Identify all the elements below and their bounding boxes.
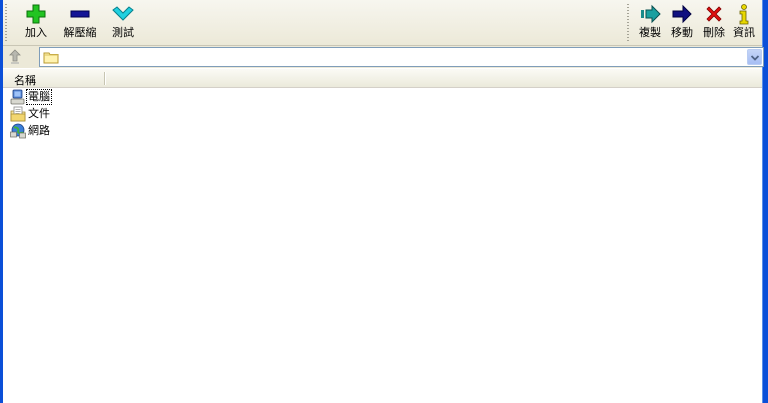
copy-button[interactable]: 複製 [637, 3, 663, 39]
list-item-label: 電腦 [26, 89, 52, 105]
delete-x-icon [706, 6, 722, 22]
column-resize-handle[interactable] [104, 72, 106, 85]
move-arrow-icon [672, 4, 692, 24]
info-button-label: 資訊 [733, 26, 755, 39]
extract-button-label: 解壓縮 [63, 26, 97, 39]
network-icon [10, 123, 26, 139]
plus-icon [26, 4, 46, 24]
address-bar [3, 46, 764, 68]
test-button[interactable]: 測試 [108, 3, 138, 39]
delete-button[interactable]: 刪除 [701, 3, 727, 39]
folder-icon [43, 52, 59, 64]
test-button-label: 測試 [112, 26, 134, 39]
chevron-down-icon [751, 55, 759, 61]
toolbar: 加入 解壓縮 測試 複製 移動 刪除 資訊 [3, 0, 762, 46]
address-input[interactable] [39, 47, 764, 67]
toolbar-grip-right[interactable] [627, 4, 629, 42]
minus-icon [70, 10, 90, 18]
move-button-label: 移動 [671, 26, 693, 39]
documents-icon [10, 106, 26, 122]
address-dropdown-button[interactable] [747, 49, 762, 65]
move-button[interactable]: 移動 [669, 3, 695, 39]
copy-arrow-icon [641, 4, 661, 24]
file-list[interactable]: 電腦 文件 網路 [3, 88, 762, 403]
list-item-label: 網路 [28, 124, 50, 137]
list-item-computer[interactable]: 電腦 [10, 89, 62, 105]
up-folder-icon[interactable] [6, 48, 24, 66]
info-button[interactable]: 資訊 [731, 3, 757, 39]
toolbar-grip-left[interactable] [5, 4, 7, 42]
delete-button-label: 刪除 [703, 26, 725, 39]
list-item-network[interactable]: 網路 [10, 123, 60, 139]
copy-button-label: 複製 [639, 26, 661, 39]
add-button-label: 加入 [25, 26, 47, 39]
info-icon [739, 4, 749, 25]
computer-icon [10, 89, 25, 105]
extract-button[interactable]: 解壓縮 [60, 3, 100, 39]
add-button[interactable]: 加入 [21, 3, 51, 39]
column-header-name[interactable]: 名稱 [14, 72, 36, 88]
list-item-documents[interactable]: 文件 [10, 106, 60, 122]
check-icon [112, 6, 134, 21]
list-column-header: 名稱 [3, 69, 762, 88]
list-item-label: 文件 [28, 107, 50, 120]
